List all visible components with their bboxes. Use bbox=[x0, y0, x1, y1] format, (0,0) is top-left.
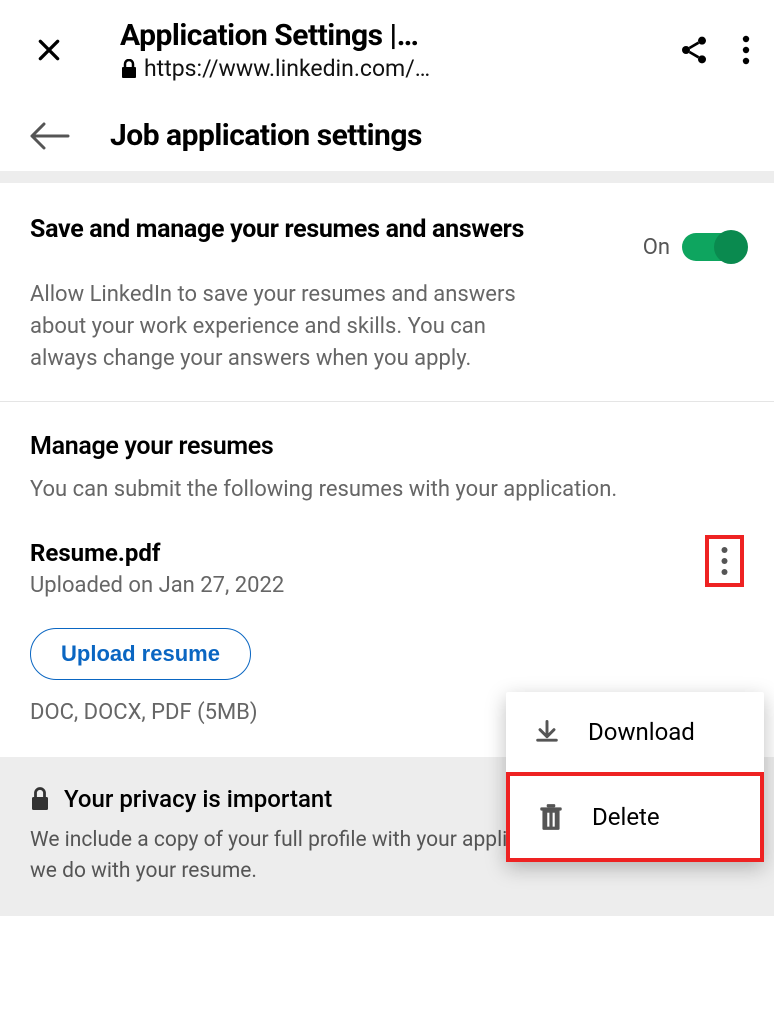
resume-more-button[interactable] bbox=[705, 535, 744, 587]
more-vertical-icon bbox=[721, 545, 728, 577]
save-resumes-toggle[interactable] bbox=[682, 233, 744, 261]
more-vertical-icon[interactable] bbox=[742, 35, 750, 65]
download-menu-item[interactable]: Download bbox=[506, 692, 764, 772]
resume-upload-date: Uploaded on Jan 27, 2022 bbox=[30, 573, 284, 598]
upload-resume-button[interactable]: Upload resume bbox=[30, 628, 251, 680]
lock-icon bbox=[30, 787, 50, 811]
browser-url-row: https://www.linkedin.com/… bbox=[120, 55, 658, 82]
page-title: Job application settings bbox=[110, 118, 422, 153]
browser-bar: Application Settings |… https://www.link… bbox=[0, 0, 774, 100]
toggle-knob bbox=[714, 230, 748, 264]
resume-item: Resume.pdf Uploaded on Jan 27, 2022 bbox=[30, 539, 744, 598]
save-resumes-section: Save and manage your resumes and answers… bbox=[0, 183, 774, 401]
privacy-desc-pre: We include a copy of your full profile w… bbox=[30, 828, 576, 852]
manage-resumes-title: Manage your resumes bbox=[30, 432, 744, 461]
resume-filename: Resume.pdf bbox=[30, 539, 284, 567]
share-icon[interactable] bbox=[678, 34, 710, 66]
browser-url-text: https://www.linkedin.com/… bbox=[144, 55, 430, 82]
delete-menu-item[interactable]: Delete bbox=[506, 772, 764, 862]
resume-info: Resume.pdf Uploaded on Jan 27, 2022 bbox=[30, 539, 284, 598]
browser-tab-title: Application Settings |… bbox=[120, 18, 658, 53]
toggle-on-label: On bbox=[643, 235, 670, 260]
resume-actions-popup: Download Delete bbox=[506, 692, 764, 862]
page-header: Job application settings bbox=[0, 100, 774, 171]
lock-icon bbox=[120, 59, 138, 79]
privacy-title: Your privacy is important bbox=[64, 785, 332, 813]
download-label: Download bbox=[588, 718, 695, 746]
browser-actions bbox=[678, 34, 750, 66]
save-resumes-title: Save and manage your resumes and answers bbox=[30, 213, 623, 247]
close-icon[interactable] bbox=[28, 37, 70, 63]
section-divider bbox=[0, 171, 774, 183]
back-arrow-icon[interactable] bbox=[30, 122, 70, 150]
save-resumes-description: Allow LinkedIn to save your resumes and … bbox=[30, 279, 530, 375]
download-icon bbox=[532, 718, 562, 746]
trash-icon bbox=[536, 802, 566, 832]
browser-title-area: Application Settings |… https://www.link… bbox=[90, 18, 658, 82]
save-resumes-toggle-wrap: On bbox=[643, 233, 744, 261]
manage-resumes-description: You can submit the following resumes wit… bbox=[30, 475, 744, 506]
delete-label: Delete bbox=[592, 803, 660, 831]
